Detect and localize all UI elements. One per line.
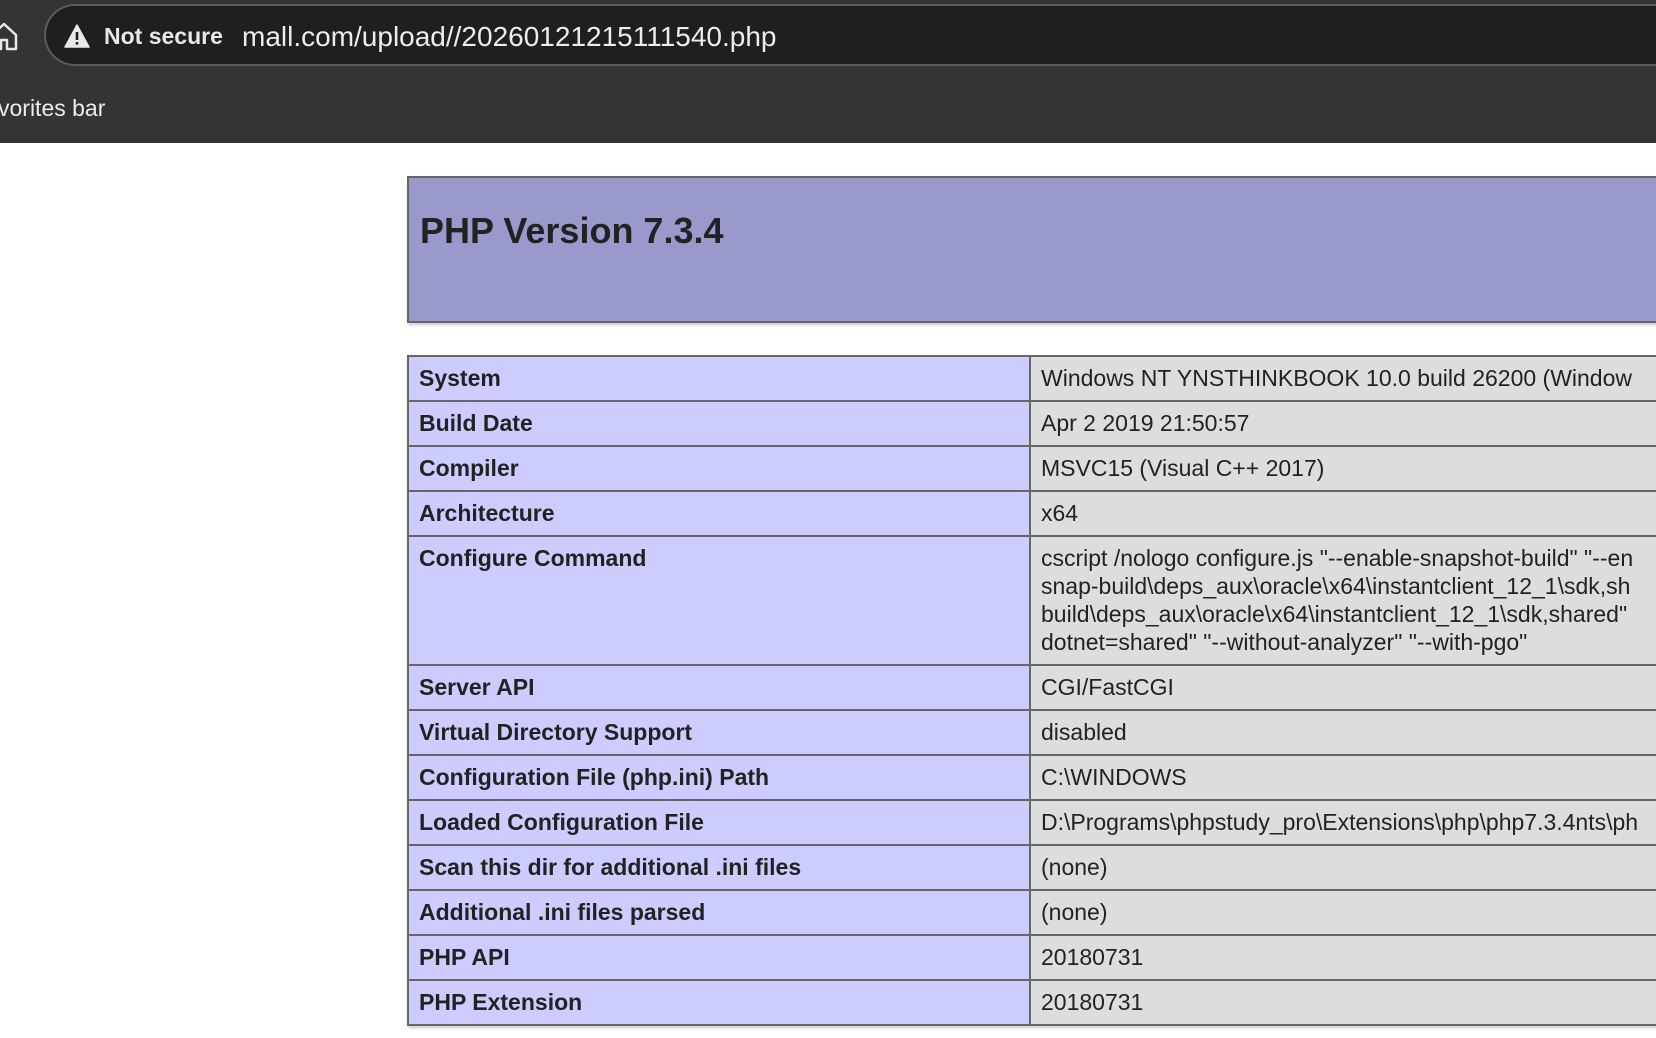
home-button[interactable] bbox=[0, 18, 22, 54]
row-label: PHP API bbox=[407, 934, 1031, 981]
row-value-line: 20180731 bbox=[1041, 989, 1144, 1015]
table-row: Loaded Configuration File D:\Programs\php… bbox=[407, 799, 1656, 846]
table-row: Virtual Directory Support disabled bbox=[407, 709, 1656, 756]
row-value-line: Windows NT YNSTHINKBOOK 10.0 build 26200… bbox=[1041, 365, 1633, 391]
row-value: cscript /nologo configure.js "--enable-s… bbox=[1029, 535, 1656, 666]
page-viewport: PHP Version 7.3.4 System Windows NT YNSTH… bbox=[0, 143, 1656, 1038]
browser-chrome: Not secure mall.com/upload//202601212151… bbox=[0, 0, 1656, 143]
row-label: Virtual Directory Support bbox=[407, 709, 1031, 756]
row-value: MSVC15 (Visual C++ 2017) bbox=[1029, 445, 1656, 492]
row-label: System bbox=[407, 355, 1031, 402]
home-icon bbox=[0, 22, 18, 51]
row-label: Configuration File (php.ini) Path bbox=[407, 754, 1031, 801]
row-value: disabled bbox=[1029, 709, 1656, 756]
row-value-line: MSVC15 (Visual C++ 2017) bbox=[1041, 455, 1325, 481]
row-label: PHP Extension bbox=[407, 979, 1031, 1026]
row-label: Server API bbox=[407, 664, 1031, 711]
row-label: Compiler bbox=[407, 445, 1031, 492]
row-label: Scan this dir for additional .ini files bbox=[407, 844, 1031, 891]
url-text[interactable]: mall.com/upload//20260121215111540.php bbox=[242, 21, 777, 53]
row-value: 20180731 bbox=[1029, 934, 1656, 981]
php-info-table: System Windows NT YNSTHINKBOOK 10.0 build… bbox=[407, 355, 1656, 1026]
row-label: Configure Command bbox=[407, 535, 1031, 666]
row-value-line: dotnet=shared" "--without-analyzer" "--w… bbox=[1041, 629, 1528, 655]
row-value: Windows NT YNSTHINKBOOK 10.0 build 26200… bbox=[1029, 355, 1656, 402]
table-row: Additional .ini files parsed (none) bbox=[407, 889, 1656, 936]
table-row: PHP Extension 20180731 bbox=[407, 979, 1656, 1026]
row-label: Architecture bbox=[407, 490, 1031, 537]
row-value-line: 20180731 bbox=[1041, 944, 1144, 970]
row-value: CGI/FastCGI bbox=[1029, 664, 1656, 711]
table-row: Scan this dir for additional .ini files (… bbox=[407, 844, 1656, 891]
row-value: 20180731 bbox=[1029, 979, 1656, 1026]
php-header: PHP Version 7.3.4 bbox=[407, 176, 1656, 323]
row-value-line: x64 bbox=[1041, 500, 1079, 526]
table-row: Compiler MSVC15 (Visual C++ 2017) bbox=[407, 445, 1656, 492]
row-value: x64 bbox=[1029, 490, 1656, 537]
row-value-line: (none) bbox=[1041, 854, 1108, 880]
row-value-line: snap-build\deps_aux\oracle\x64\instantcl… bbox=[1041, 573, 1631, 599]
row-value-line: build\deps_aux\oracle\x64\instantclient_… bbox=[1041, 601, 1628, 627]
table-row: System Windows NT YNSTHINKBOOK 10.0 build… bbox=[407, 355, 1656, 402]
table-row: Configuration File (php.ini) Path C:\WIND… bbox=[407, 754, 1656, 801]
row-value-line: (none) bbox=[1041, 899, 1108, 925]
row-value-line: disabled bbox=[1041, 719, 1127, 745]
page-title: PHP Version 7.3.4 bbox=[420, 210, 724, 251]
row-value-line: Apr 2 2019 21:50:57 bbox=[1041, 410, 1250, 436]
favorites-bar-label: vorites bar bbox=[0, 95, 106, 121]
row-value: Apr 2 2019 21:50:57 bbox=[1029, 400, 1656, 447]
row-value: (none) bbox=[1029, 889, 1656, 936]
table-row: PHP API 20180731 bbox=[407, 934, 1656, 981]
table-row: Configure Command cscript /nologo configu… bbox=[407, 535, 1656, 666]
row-value-line: D:\Programs\phpstudy_pro\Extensions\php\… bbox=[1041, 809, 1639, 835]
table-row: Server API CGI/FastCGI bbox=[407, 664, 1656, 711]
row-label: Additional .ini files parsed bbox=[407, 889, 1031, 936]
table-row: Architecture x64 bbox=[407, 490, 1656, 537]
row-value-line: CGI/FastCGI bbox=[1041, 674, 1174, 700]
table-row: Build Date Apr 2 2019 21:50:57 bbox=[407, 400, 1656, 447]
row-label: Build Date bbox=[407, 400, 1031, 447]
row-value: C:\WINDOWS bbox=[1029, 754, 1656, 801]
security-status-label[interactable]: Not secure bbox=[104, 22, 223, 50]
row-value: (none) bbox=[1029, 844, 1656, 891]
row-value-line: cscript /nologo configure.js "--enable-s… bbox=[1041, 545, 1634, 571]
row-label: Loaded Configuration File bbox=[407, 799, 1031, 846]
address-bar[interactable]: Not secure mall.com/upload//202601212151… bbox=[44, 4, 1656, 66]
row-value: D:\Programs\phpstudy_pro\Extensions\php\… bbox=[1029, 799, 1656, 846]
warning-triangle-icon[interactable] bbox=[64, 24, 90, 48]
row-value-line: C:\WINDOWS bbox=[1041, 764, 1187, 790]
